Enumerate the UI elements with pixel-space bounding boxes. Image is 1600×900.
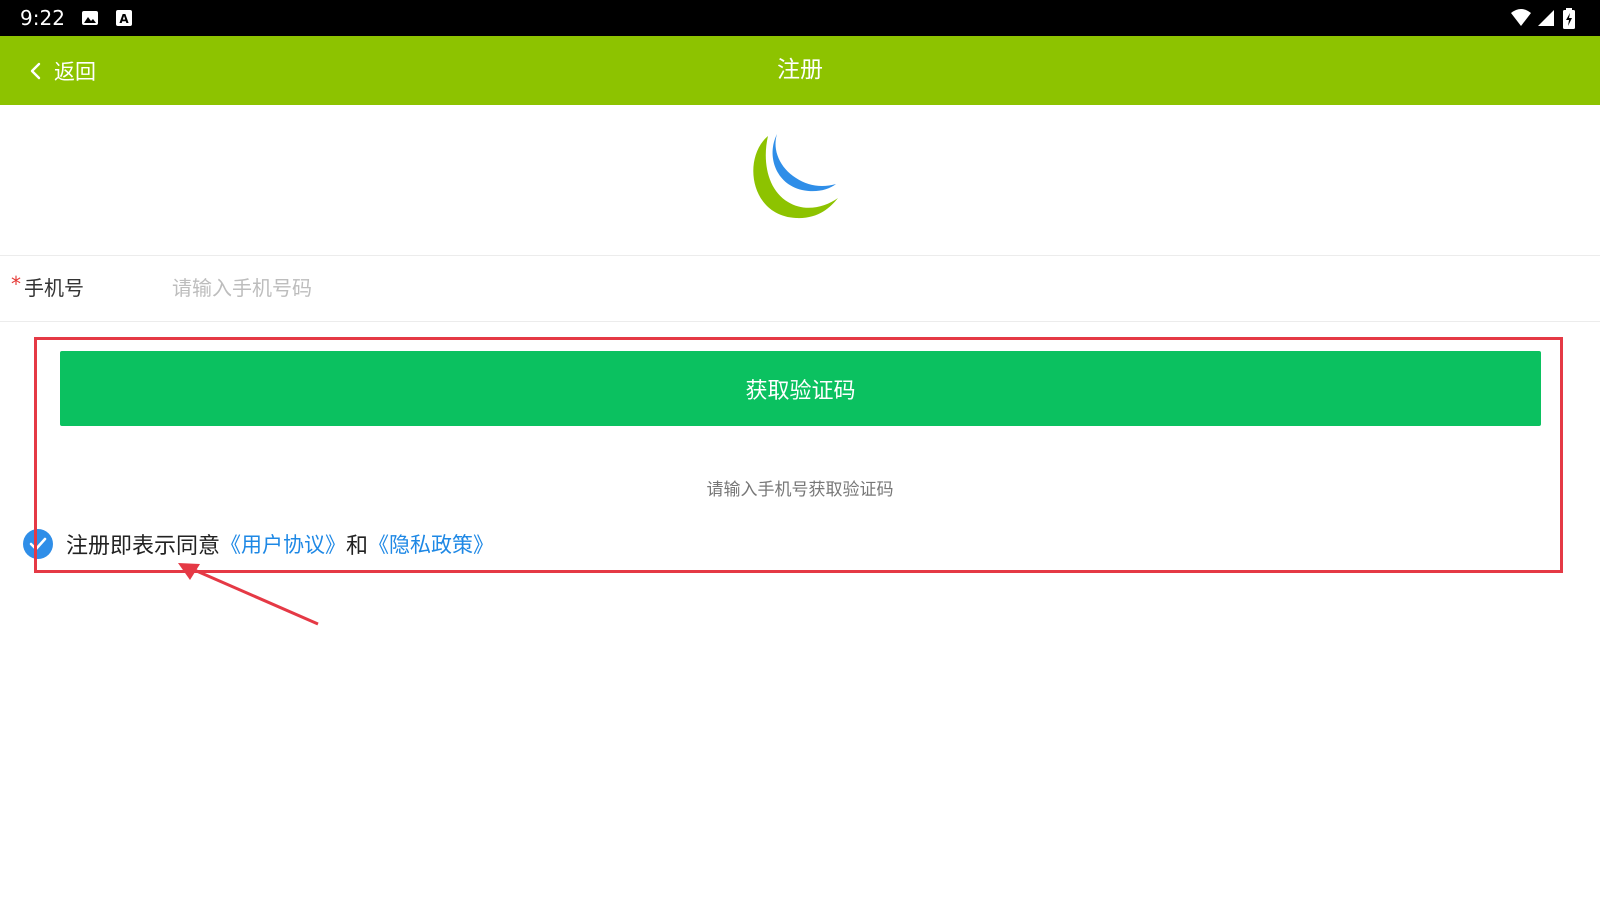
phone-row: * 手机号 [0,256,1600,320]
battery-icon [1562,8,1582,29]
page-title: 注册 [777,57,823,83]
agreement-row: 注册即表示同意 《用户协议》 和 《隐私政策》 [22,525,494,563]
svg-text:A: A [119,12,129,26]
hint-text: 请输入手机号获取验证码 [706,480,894,500]
image-icon [80,8,100,28]
status-time: 9:22 [20,6,65,30]
app-logo [746,128,852,226]
user-agreement-link[interactable]: 《用户协议》 [220,529,346,559]
agreement-prefix: 注册即表示同意 [66,534,221,559]
phone-label: 手机号 [24,276,84,300]
signal-icon [1536,8,1556,28]
wifi-icon [1510,8,1531,28]
get-code-button[interactable]: 获取验证码 [60,351,1541,426]
checkmark-icon [23,529,53,559]
required-marker: * [11,272,21,296]
status-bar: 9:22 A [0,0,1600,36]
annotation-arrow [178,563,319,626]
app-bar: 返回 注册 [0,36,1600,105]
font-a-icon: A [114,8,134,28]
agreement-conjunction: 和 [346,534,369,559]
divider [0,321,1600,322]
privacy-policy-link[interactable]: 《隐私政策》 [368,529,494,559]
agreement-checkbox[interactable] [22,528,54,560]
phone-input[interactable] [172,266,1572,310]
